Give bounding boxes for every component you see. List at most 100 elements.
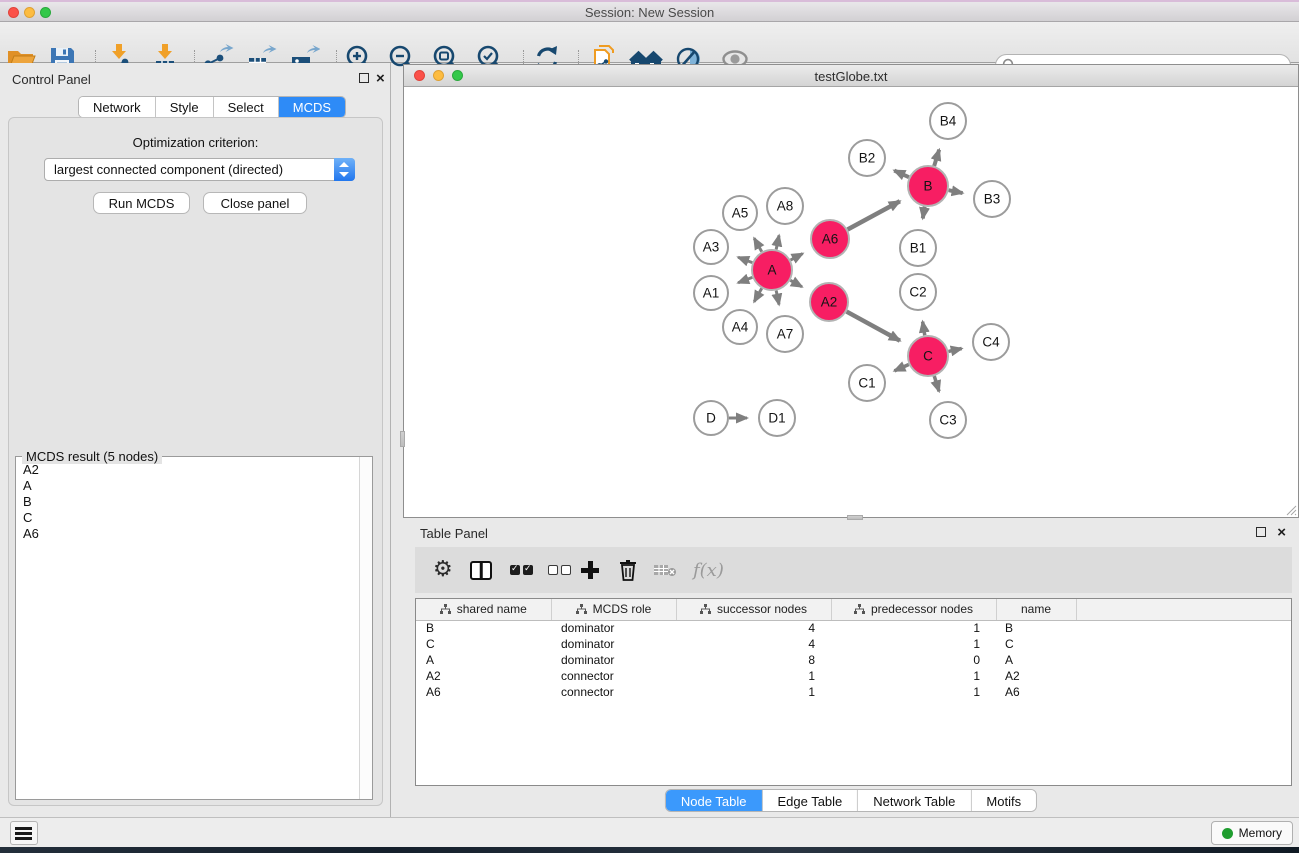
graph-edge-A-A4[interactable] <box>754 288 762 301</box>
table-cell[interactable]: connector <box>551 668 676 684</box>
tab-edge-table[interactable]: Edge Table <box>762 790 858 811</box>
float-table-panel-icon[interactable] <box>1256 527 1266 537</box>
graph-edge-A-A6[interactable] <box>791 254 803 260</box>
mcds-result-item[interactable]: A6 <box>16 526 358 542</box>
graph-edge-B-B3[interactable] <box>949 190 963 193</box>
table-cell[interactable]: A2 <box>996 668 1076 684</box>
table-cell[interactable]: 8 <box>676 652 831 668</box>
graph-edge-B-B2[interactable] <box>894 171 909 178</box>
table-cell[interactable]: 1 <box>831 636 996 652</box>
vertical-divider-grip[interactable] <box>400 431 405 447</box>
mcds-result-list[interactable]: A2ABCA6 <box>16 462 358 799</box>
table-cell[interactable]: A <box>416 652 551 668</box>
graph-edge-C-C2[interactable] <box>923 322 925 336</box>
table-cell[interactable]: A2 <box>416 668 551 684</box>
graph-edge-A-A2[interactable] <box>790 280 802 287</box>
header-shared-name[interactable]: shared name <box>416 599 551 620</box>
table-cell[interactable]: 1 <box>831 668 996 684</box>
memory-button[interactable]: Memory <box>1211 821 1293 845</box>
table-cell[interactable]: dominator <box>551 652 676 668</box>
float-panel-icon[interactable] <box>359 73 369 83</box>
settings-gear-icon[interactable]: ⚙ <box>433 556 453 584</box>
tab-network[interactable]: Network <box>79 97 156 117</box>
table-cell[interactable]: A6 <box>996 684 1076 700</box>
graph-edge-A-A7[interactable] <box>776 291 779 305</box>
graph-edge-A-A5[interactable] <box>754 238 762 251</box>
close-panel-icon[interactable]: × <box>376 74 385 84</box>
graph-node-label-B4: B4 <box>940 114 957 129</box>
table-row[interactable]: Cdominator41C <box>416 636 1291 652</box>
mcds-result-item[interactable]: C <box>16 510 358 526</box>
deselect-all-rows-icon[interactable] <box>548 556 574 584</box>
table-cell[interactable]: 1 <box>831 620 996 636</box>
graph-node-label-D: D <box>706 411 716 426</box>
graph-node-label-B2: B2 <box>859 151 876 166</box>
resize-grip-icon[interactable] <box>1284 503 1297 516</box>
table-cell[interactable]: dominator <box>551 620 676 636</box>
add-column-icon[interactable] <box>581 556 599 584</box>
table-cell[interactable]: 4 <box>676 620 831 636</box>
table-cell[interactable]: B <box>416 620 551 636</box>
header-name[interactable]: name <box>996 599 1076 620</box>
table-row[interactable]: A2connector11A2 <box>416 668 1291 684</box>
table-cell[interactable]: B <box>996 620 1076 636</box>
header-successor-nodes[interactable]: successor nodes <box>676 599 831 620</box>
mcds-result-item[interactable]: B <box>16 494 358 510</box>
criterion-dropdown[interactable]: largest connected component (directed) <box>44 158 355 181</box>
mcds-result-item[interactable]: A2 <box>16 462 358 478</box>
network-graph[interactable]: B4B2BB3A5A8A6A3B1AA1C2A2A4A7C4CC1DD1C3 <box>404 87 1298 518</box>
graph-edge-A-A3[interactable] <box>738 257 752 262</box>
task-history-button[interactable] <box>10 821 38 845</box>
tab-select[interactable]: Select <box>214 97 279 117</box>
network-canvas[interactable]: B4B2BB3A5A8A6A3B1AA1C2A2A4A7C4CC1DD1C3 <box>404 87 1298 517</box>
table-cell[interactable]: A6 <box>416 684 551 700</box>
tab-mcds[interactable]: MCDS <box>279 97 345 117</box>
graph-edge-A6-B[interactable] <box>848 201 900 229</box>
table-cell[interactable]: 0 <box>831 652 996 668</box>
tab-style[interactable]: Style <box>156 97 214 117</box>
table-toolbar: ⚙ f(x) <box>415 547 1292 593</box>
graph-edge-A-A8[interactable] <box>776 235 779 249</box>
table-panel: Table Panel × ⚙ f(x) shared name MCDS ro… <box>403 520 1299 817</box>
graph-edge-A-A1[interactable] <box>738 277 752 282</box>
graph-node-label-A5: A5 <box>732 206 749 221</box>
table-cell[interactable]: C <box>996 636 1076 652</box>
table-cell[interactable]: connector <box>551 684 676 700</box>
graph-edge-C-C1[interactable] <box>894 364 908 370</box>
network-window-titlebar[interactable]: testGlobe.txt <box>404 65 1298 87</box>
delete-columns-icon[interactable] <box>618 556 638 584</box>
graph-edge-B-B1[interactable] <box>923 207 925 219</box>
graph-edge-A2-C[interactable] <box>847 312 900 341</box>
table-cell[interactable]: 4 <box>676 636 831 652</box>
graph-node-label-A1: A1 <box>703 286 720 301</box>
graph-node-label-C3: C3 <box>939 413 956 428</box>
run-mcds-button[interactable]: Run MCDS <box>93 192 190 214</box>
table-cell[interactable]: A <box>996 652 1076 668</box>
toggle-columns-icon[interactable] <box>470 556 492 584</box>
node-table[interactable]: shared name MCDS role successor nodes pr… <box>415 598 1292 786</box>
table-cell[interactable]: C <box>416 636 551 652</box>
table-cell-filler <box>1076 668 1291 684</box>
close-panel-button[interactable]: Close panel <box>203 192 307 214</box>
graph-edge-B-B4[interactable] <box>934 150 939 166</box>
table-cell-filler <box>1076 652 1291 668</box>
table-row[interactable]: Adominator80A <box>416 652 1291 668</box>
close-table-panel-icon[interactable]: × <box>1277 528 1286 538</box>
tab-network-table[interactable]: Network Table <box>858 790 971 811</box>
select-all-rows-icon[interactable] <box>510 556 536 584</box>
header-predecessor-nodes[interactable]: predecessor nodes <box>831 599 996 620</box>
result-scrollbar[interactable] <box>359 457 372 799</box>
table-cell[interactable]: 1 <box>831 684 996 700</box>
graph-edge-C-C3[interactable] <box>934 376 939 391</box>
table-row[interactable]: Bdominator41B <box>416 620 1291 636</box>
tab-motifs[interactable]: Motifs <box>971 790 1036 811</box>
table-cell[interactable]: 1 <box>676 684 831 700</box>
graph-edge-C-C4[interactable] <box>948 349 961 352</box>
table-cell[interactable]: dominator <box>551 636 676 652</box>
header-mcds-role[interactable]: MCDS role <box>551 599 676 620</box>
mcds-result-item[interactable]: A <box>16 478 358 494</box>
graph-node-label-B1: B1 <box>910 241 927 256</box>
table-row[interactable]: A6connector11A6 <box>416 684 1291 700</box>
tab-node-table[interactable]: Node Table <box>666 790 763 811</box>
table-cell[interactable]: 1 <box>676 668 831 684</box>
